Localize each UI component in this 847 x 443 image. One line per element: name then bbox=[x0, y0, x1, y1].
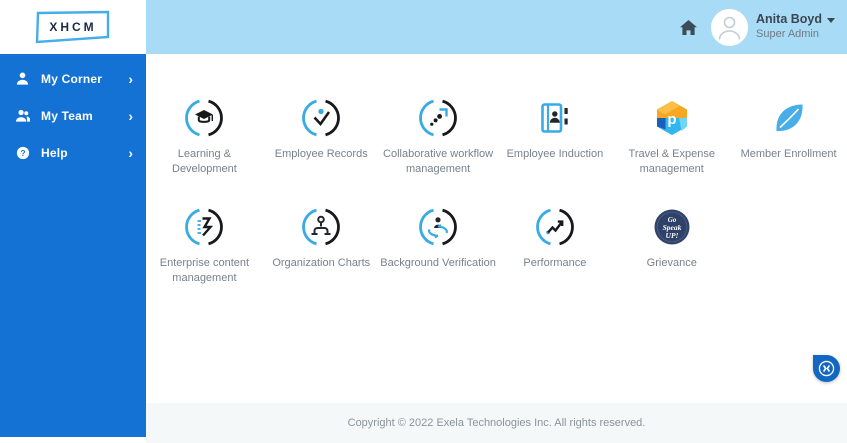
app-tile-enterprise-content-management[interactable]: Enterprise content management bbox=[146, 207, 263, 286]
sidebar-item-label: Help bbox=[41, 145, 68, 160]
speak-up-badge-icon: Go Speak UP! bbox=[652, 207, 692, 247]
sidebar-item-my-team[interactable]: My Team › bbox=[0, 97, 146, 134]
sidebar-item-label: My Corner bbox=[41, 71, 103, 86]
app-tile-employee-records[interactable]: Employee Records bbox=[263, 98, 380, 162]
sidebar-item-help[interactable]: ? Help › bbox=[0, 134, 146, 171]
app-tile-label: Organization Charts bbox=[272, 257, 371, 269]
app-tile-label: Employee Induction bbox=[506, 148, 604, 160]
svg-text:?: ? bbox=[20, 147, 25, 157]
app-tile-grievance[interactable]: Go Speak UP! Grievance bbox=[613, 207, 730, 271]
user-role: Super Admin bbox=[756, 27, 819, 40]
svg-text:UP!: UP! bbox=[665, 231, 678, 240]
app-tile-label: Enterprise content management bbox=[159, 257, 250, 284]
sidebar-item-label: My Team bbox=[41, 108, 93, 123]
graduation-cap-icon bbox=[184, 98, 224, 138]
person-check-icon bbox=[301, 98, 341, 138]
people-icon bbox=[15, 108, 30, 123]
app-tile-label: Member Enrollment bbox=[740, 148, 837, 160]
app-tile-label: Background Verification bbox=[380, 257, 496, 269]
app-tile-label: Performance bbox=[523, 257, 587, 269]
app-tile-background-verification[interactable]: Background Verification bbox=[380, 207, 497, 271]
dotted-arrow-icon bbox=[418, 98, 458, 138]
user-name: Anita Boyd bbox=[756, 12, 822, 27]
exela-x-icon bbox=[818, 360, 835, 377]
chevron-right-icon: › bbox=[128, 70, 133, 87]
sidebar-item-my-corner[interactable]: My Corner › bbox=[0, 60, 146, 97]
logo-text: XHCM bbox=[49, 20, 96, 34]
app-tile-organization-charts[interactable]: Organization Charts bbox=[263, 207, 380, 271]
user-menu[interactable]: Anita Boyd bbox=[756, 12, 835, 28]
app-window: XHCM My Corner › My Team ›? Help › Anita Boyd… bbox=[0, 0, 847, 443]
content-ribbon-icon bbox=[184, 207, 224, 247]
svg-text:p: p bbox=[667, 111, 676, 128]
footer: Copyright © 2022 Exela Technologies Inc.… bbox=[146, 403, 847, 443]
person-sync-icon bbox=[418, 207, 458, 247]
app-tile-label: Travel & Expense management bbox=[628, 148, 715, 175]
app-tiles-row-1: Learning & Development Employee Records … bbox=[146, 98, 847, 177]
xhcm-logo-icon: XHCM bbox=[35, 10, 110, 44]
sidebar: XHCM My Corner › My Team ›? Help › bbox=[0, 0, 146, 437]
header: Anita Boyd Super Admin bbox=[146, 0, 847, 54]
avatar[interactable] bbox=[711, 8, 749, 46]
chevron-right-icon: › bbox=[128, 144, 133, 161]
leaf-icon bbox=[769, 98, 809, 138]
app-tile-performance[interactable]: Performance bbox=[497, 207, 614, 271]
app-tile-collaborative-workflow-management[interactable]: Collaborative workflow management bbox=[380, 98, 497, 177]
exela-chat-fab-button[interactable] bbox=[813, 355, 840, 382]
chevron-down-icon bbox=[827, 18, 835, 24]
user-info: Anita Boyd Super Admin bbox=[756, 12, 835, 41]
sidebar-nav: My Corner › My Team ›? Help › bbox=[0, 54, 146, 171]
home-icon[interactable] bbox=[677, 16, 699, 38]
app-tile-learning-development[interactable]: Learning & Development bbox=[146, 98, 263, 177]
app-tiles-row-2: Enterprise content management Organizati… bbox=[146, 207, 847, 286]
app-tile-label: Learning & Development bbox=[172, 148, 237, 175]
app-tile-label: Employee Records bbox=[274, 148, 368, 160]
chevron-right-icon: › bbox=[128, 107, 133, 124]
user-avatar-icon bbox=[711, 8, 749, 46]
main-content: Learning & Development Employee Records … bbox=[146, 54, 847, 403]
logo[interactable]: XHCM bbox=[0, 0, 146, 54]
org-chart-icon bbox=[301, 207, 341, 247]
trend-arrow-icon bbox=[535, 207, 575, 247]
induction-book-icon bbox=[535, 98, 575, 138]
app-tile-label: Grievance bbox=[646, 257, 697, 269]
app-tile-travel-expense-management[interactable]: p Travel & Expense management bbox=[613, 98, 730, 177]
app-tile-label: Collaborative workflow management bbox=[383, 148, 494, 175]
copyright-text: Copyright © 2022 Exela Technologies Inc.… bbox=[347, 417, 646, 429]
app-tile-member-enrollment[interactable]: Member Enrollment bbox=[730, 98, 847, 162]
app-tile-employee-induction[interactable]: Employee Induction bbox=[497, 98, 614, 162]
question-icon: ? bbox=[15, 145, 30, 160]
hexagon-p-icon: p bbox=[652, 98, 692, 138]
person-icon bbox=[15, 71, 30, 86]
